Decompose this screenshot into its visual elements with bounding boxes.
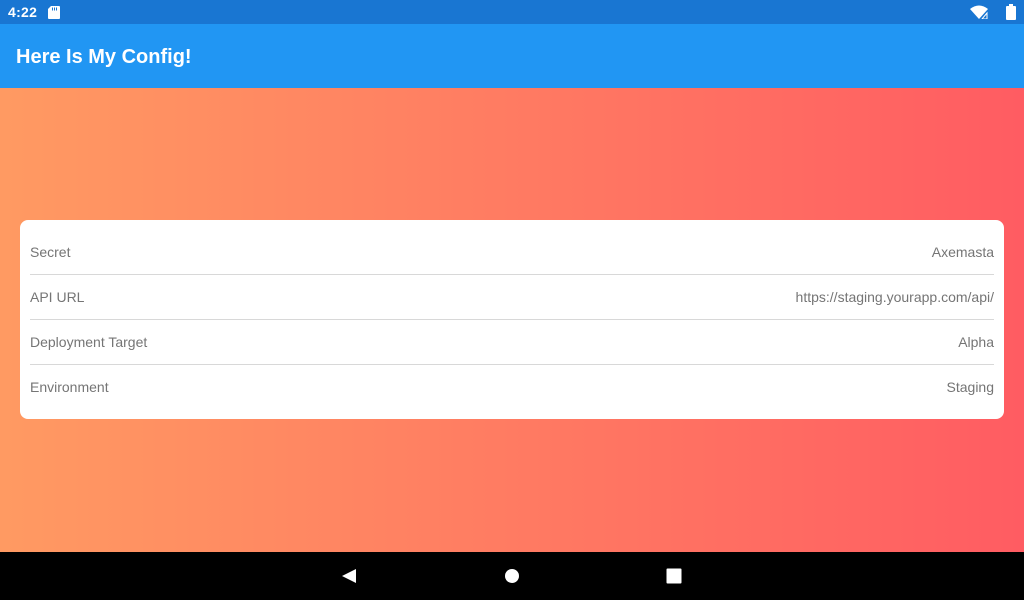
battery-icon	[1006, 4, 1016, 20]
home-icon[interactable]	[500, 564, 524, 588]
config-row-api-url: API URL https://staging.yourapp.com/api/	[30, 275, 994, 320]
gradient-background: Secret Axemasta API URL https://staging.…	[0, 88, 1024, 552]
config-label: Environment	[30, 379, 109, 395]
page-title: Here Is My Config!	[16, 46, 192, 68]
config-label: API URL	[30, 289, 85, 305]
config-value: https://staging.yourapp.com/api/	[795, 289, 994, 305]
config-row-secret: Secret Axemasta	[30, 230, 994, 275]
sd-card-icon	[48, 6, 60, 19]
wifi-icon	[970, 5, 988, 19]
app-screen: 4:22 Here Is My Config! Secret Axemasta	[0, 0, 1024, 600]
config-value: Alpha	[958, 334, 994, 350]
app-toolbar: Here Is My Config!	[0, 24, 1024, 88]
status-bar: 4:22	[0, 0, 1024, 24]
config-label: Secret	[30, 244, 71, 260]
navigation-bar	[0, 552, 1024, 600]
config-row-deployment-target: Deployment Target Alpha	[30, 320, 994, 365]
recents-icon[interactable]	[662, 564, 686, 588]
config-value: Axemasta	[931, 244, 994, 260]
status-time: 4:22	[8, 4, 38, 20]
config-label: Deployment Target	[30, 334, 148, 350]
config-row-environment: Environment Staging	[30, 365, 994, 410]
config-value: Staging	[946, 379, 994, 395]
back-icon[interactable]	[337, 564, 361, 588]
config-card: Secret Axemasta API URL https://staging.…	[20, 220, 1004, 419]
